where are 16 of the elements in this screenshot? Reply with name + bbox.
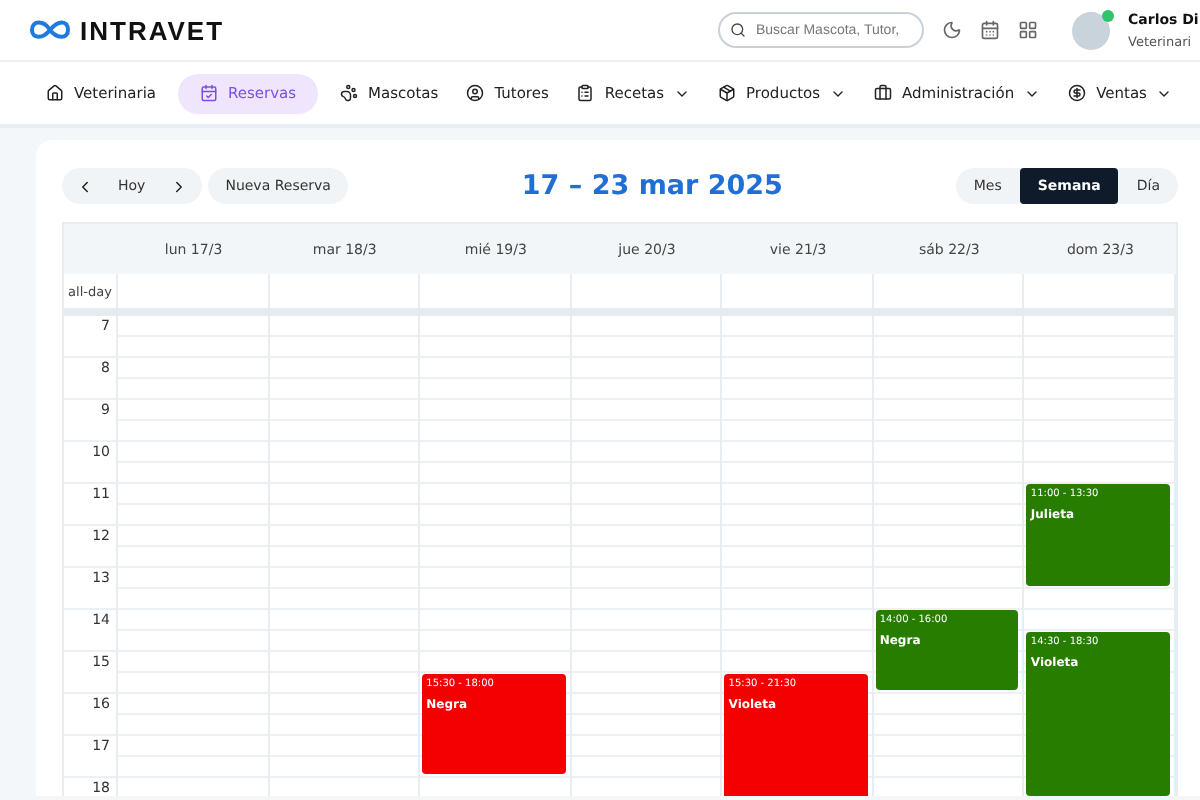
chevron-left-icon — [76, 177, 94, 195]
calendar-icon[interactable] — [980, 20, 1000, 40]
briefcase-icon — [874, 84, 893, 102]
box-icon — [718, 84, 737, 102]
brand-name: INTRAVET — [80, 15, 225, 45]
apps-icon[interactable] — [1018, 20, 1038, 40]
house-icon — [46, 84, 64, 102]
paw-icon — [340, 84, 359, 102]
calendar-icon — [200, 84, 218, 102]
moon-icon[interactable] — [942, 20, 962, 40]
clipboard-icon — [576, 84, 595, 102]
week-title: 17 – 23 mar 2025 — [519, 170, 785, 202]
user-circle-icon — [466, 84, 485, 102]
logo-icon — [28, 18, 72, 42]
search-icon — [730, 22, 746, 38]
dollar-icon — [1068, 84, 1087, 102]
